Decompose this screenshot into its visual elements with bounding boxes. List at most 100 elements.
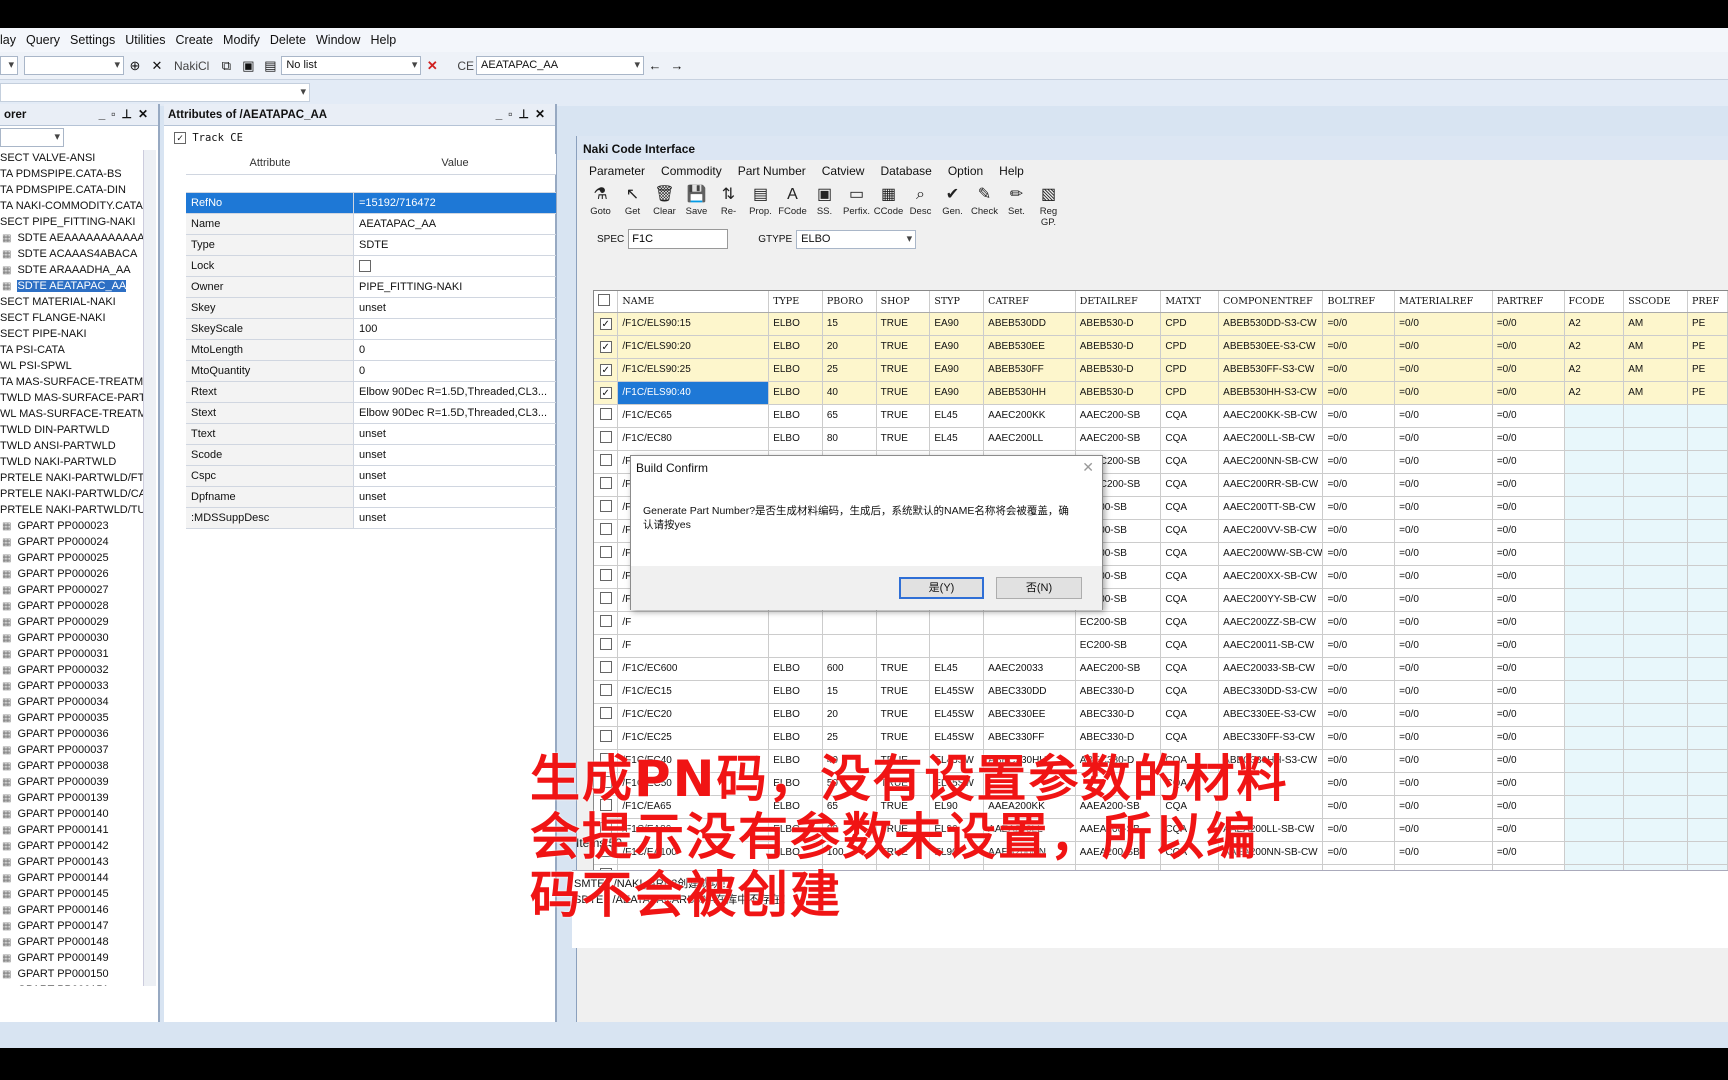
table-cell[interactable]: =0/0 [1322, 519, 1396, 543]
table-cell[interactable]: /F1C/ELS90:20 [617, 335, 770, 359]
tree-item[interactable]: GPART PP000146 [0, 902, 144, 918]
select-all-header[interactable] [594, 291, 619, 313]
table-cell[interactable] [1687, 519, 1728, 543]
table-cell[interactable] [1623, 818, 1688, 842]
tree-item[interactable]: SECT PIPE_FITTING-NAKI [0, 214, 144, 230]
toolbar-combo-2[interactable] [24, 56, 124, 75]
tree-item[interactable]: SECT PIPE-NAKI [0, 326, 144, 342]
table-cell[interactable]: A2 [1564, 335, 1625, 359]
row-checkbox-cell[interactable] [594, 450, 619, 474]
table-cell[interactable]: EL45 [929, 404, 985, 428]
attribute-value[interactable]: unset [354, 298, 556, 318]
column-header[interactable]: NAME [617, 291, 770, 313]
menu-item[interactable]: Window [316, 33, 368, 47]
tree-item[interactable]: SDTE AEATAPAC_AA [0, 278, 144, 294]
table-cell[interactable] [1623, 703, 1688, 727]
table-cell[interactable] [1564, 749, 1625, 773]
table-cell[interactable]: EC200-SB [1075, 634, 1162, 658]
table-cell[interactable]: CQA [1160, 427, 1220, 451]
table-cell[interactable] [1687, 795, 1728, 819]
table-cell[interactable] [1564, 427, 1625, 451]
menu-item[interactable]: Help [370, 33, 404, 47]
table-cell[interactable]: EL45SW [929, 680, 985, 704]
table-cell[interactable]: =0/0 [1394, 634, 1493, 658]
attribute-row[interactable]: Owner PIPE_FITTING-NAKI [186, 277, 556, 298]
table-cell[interactable]: ELBO [768, 680, 823, 704]
table-cell[interactable]: PE [1687, 358, 1728, 382]
column-header[interactable]: SHOP [876, 291, 931, 313]
table-cell[interactable]: EA90 [929, 335, 985, 359]
table-cell[interactable] [1564, 519, 1625, 543]
table-cell[interactable]: =0/0 [1492, 335, 1565, 359]
naki-menu-item[interactable]: Help [999, 164, 1024, 178]
table-cell[interactable]: =0/0 [1322, 772, 1396, 796]
column-header[interactable]: PREF [1687, 291, 1728, 313]
table-cell[interactable] [1623, 634, 1688, 658]
table-cell[interactable]: =0/0 [1394, 588, 1493, 612]
table-cell[interactable]: AAEC200LL-SB-CW [1218, 427, 1324, 451]
table-cell[interactable]: ABEB530-D [1075, 312, 1162, 336]
delete-icon[interactable]: ✕ [424, 58, 440, 74]
table-cell[interactable] [983, 611, 1076, 635]
tree-item[interactable]: GPART PP000026 [0, 566, 144, 582]
tree-item[interactable]: WL MAS-SURFACE-TREATM [0, 406, 144, 422]
table-cell[interactable]: AM [1623, 381, 1688, 405]
table-cell[interactable]: 600 [822, 657, 877, 681]
menu-item[interactable]: Modify [223, 33, 268, 47]
attribute-value[interactable]: unset [354, 445, 556, 465]
yes-button[interactable]: 是(Y) [899, 577, 984, 599]
table-cell[interactable]: ABEC330FF [983, 726, 1076, 750]
table-cell[interactable]: =0/0 [1322, 473, 1396, 497]
attribute-row[interactable]: Type SDTE [186, 235, 556, 256]
table-cell[interactable]: =0/0 [1492, 473, 1565, 497]
table-cell[interactable]: =0/0 [1492, 772, 1565, 796]
reggp-tool-button[interactable]: ▧ Reg GP. [1033, 184, 1064, 228]
table-cell[interactable] [1564, 680, 1625, 704]
row-checkbox-cell[interactable] [594, 657, 619, 681]
table-cell[interactable] [1687, 772, 1728, 796]
column-header[interactable]: TYPE [768, 291, 823, 313]
table-row[interactable]: ✓/F1C/ELS90:15 ELBO 15 TRUE EA90 ABEB530DD ABE… [594, 312, 1728, 336]
row-checkbox-cell[interactable] [594, 726, 619, 750]
row-checkbox[interactable] [599, 592, 612, 604]
table-cell[interactable]: 25 [822, 726, 877, 750]
table-cell[interactable]: AAEC200XX-SB-CW [1218, 565, 1324, 589]
table-cell[interactable] [1623, 496, 1688, 520]
tree-item[interactable]: GPART PP000033 [0, 678, 144, 694]
table-cell[interactable]: CQA [1160, 542, 1220, 566]
tree-item[interactable]: GPART PP000027 [0, 582, 144, 598]
clear-tool-button[interactable]: 🗑 Clear [649, 184, 680, 217]
table-cell[interactable]: AAEC200ZZ-SB-CW [1218, 611, 1324, 635]
column-header[interactable]: CATREF [983, 291, 1076, 313]
table-cell[interactable]: 40 [822, 381, 877, 405]
table-cell[interactable] [1687, 473, 1728, 497]
table-cell[interactable]: /F1C/EC20 [617, 703, 770, 727]
attribute-row[interactable]: Name AEATAPAC_AA [186, 214, 556, 235]
row-checkbox[interactable] [599, 477, 612, 489]
attribute-value[interactable]: unset [354, 424, 556, 444]
table-cell[interactable]: TRUE [876, 680, 931, 704]
table-cell[interactable]: ABEC330EE-S3-CW [1218, 703, 1324, 727]
table-cell[interactable]: ELBO [768, 335, 823, 359]
table-cell[interactable]: =0/0 [1322, 611, 1396, 635]
attribute-row[interactable]: Dpfname unset [186, 487, 556, 508]
menu-item[interactable]: Utilities [125, 33, 173, 47]
table-cell[interactable] [1687, 496, 1728, 520]
tree-item[interactable]: GPART PP000024 [0, 534, 144, 550]
table-row[interactable]: /F1C/EC15 ELBO 15 TRUE EL45SW ABEC330DD ABEC33… [594, 680, 1728, 704]
table-cell[interactable]: AAEC200VV-SB-CW [1218, 519, 1324, 543]
table-cell[interactable]: =0/0 [1492, 565, 1565, 589]
table-cell[interactable]: A2 [1564, 381, 1625, 405]
table-cell[interactable]: TRUE [876, 726, 931, 750]
table-cell[interactable]: /F [617, 634, 770, 658]
naki-menu-item[interactable]: Commodity [661, 164, 722, 178]
table-cell[interactable]: ABEB530HH [983, 381, 1076, 405]
table-cell[interactable]: ABEC330DD [983, 680, 1076, 704]
table-row[interactable]: /F1C/EC80 ELBO 80 TRUE EL45 AAEC200LL AAEC200-… [594, 427, 1728, 451]
table-cell[interactable] [1623, 588, 1688, 612]
table-cell[interactable]: =0/0 [1322, 841, 1396, 865]
tree-item[interactable]: TWLD DIN-PARTWLD [0, 422, 144, 438]
table-cell[interactable]: ELBO [768, 427, 823, 451]
tree-item[interactable]: TA NAKI-COMMODITY.CATA [0, 198, 144, 214]
row-checkbox-cell[interactable] [594, 611, 619, 635]
